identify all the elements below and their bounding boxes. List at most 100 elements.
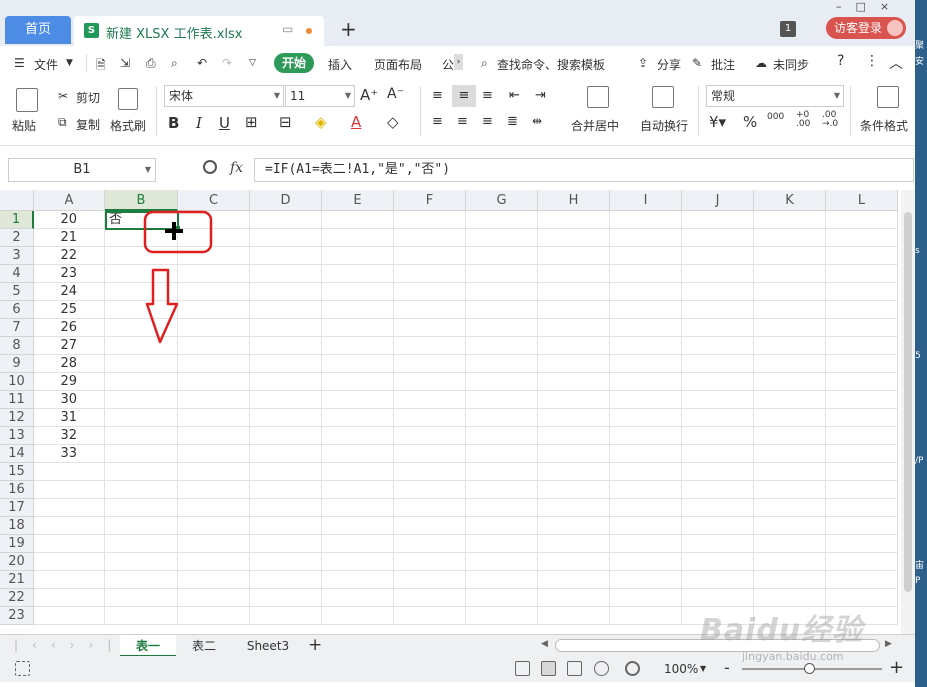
eye-protect-icon[interactable] [625,661,640,676]
increase-decimal-icon[interactable]: +0.00 [796,111,810,129]
zoom-search-icon[interactable] [203,160,217,174]
format-painter-button[interactable]: 格式刷 [110,117,146,134]
merge-center-button[interactable]: 合并居中 [571,117,619,134]
more-icon[interactable]: ⋮ [865,53,879,69]
wrap-text-icon[interactable] [652,86,674,108]
distributed-align-icon[interactable]: ⇹ [532,114,542,128]
redo-icon[interactable]: ↷ [222,56,232,70]
percent-button[interactable]: % [743,113,757,131]
chevron-down-icon[interactable]: ▼ [700,664,706,673]
sheet-tab-1[interactable]: 表一 [120,635,176,657]
fill-color-icon[interactable]: ◈ [315,113,327,131]
help-icon[interactable]: ? [837,53,844,69]
add-sheet-button[interactable]: + [308,635,322,655]
save-icon[interactable]: 🗎 [96,56,106,77]
align-center-icon[interactable]: ≡ [457,114,468,129]
window-count-badge[interactable]: 1 [780,21,796,37]
comma-style-icon[interactable]: 000 [767,113,784,122]
scrollbar-thumb[interactable] [904,212,912,592]
spreadsheet-grid[interactable]: ABCDEFGHIJKL 1 2 3 4 5 6 7 8 9 10 11 12 13 14 15 16 17 18… [0,190,915,634]
align-top-icon[interactable]: ≡ [432,88,443,103]
quick-access-dropdown-icon[interactable]: ▽ [249,58,256,68]
copy-icon[interactable]: ⧉ [58,115,67,130]
formula-input[interactable]: =IF(A1=表二!A1,"是","否") [254,158,914,182]
export-icon[interactable]: ⇲ [120,56,130,70]
menu-file[interactable]: 文件 [34,56,58,73]
font-size-select[interactable]: 11 ▼ [285,85,355,107]
page-break-view-icon[interactable] [567,661,582,676]
hamburger-icon[interactable]: ☰ [14,56,25,70]
cloud-sync-icon[interactable]: ☁ [755,56,767,70]
cut-icon[interactable]: ✂ [58,89,68,103]
align-left-icon[interactable]: ≡ [432,114,443,129]
conditional-format-button[interactable]: 条件格式 [860,117,910,134]
cell-style-icon[interactable]: ⊟ [279,113,292,131]
reading-mode-icon[interactable] [594,661,609,676]
menu-unsynced[interactable]: 未同步 [773,56,809,73]
sheet-nav-arrows-icon[interactable]: |‹‹››| [14,638,125,652]
decrease-font-icon[interactable]: A⁻ [387,86,404,102]
underline-button[interactable]: U [219,114,230,132]
wrap-text-button[interactable]: 自动换行 [640,117,688,134]
clear-format-icon[interactable]: ◇ [387,113,399,131]
maximize-icon[interactable]: □ [856,0,880,13]
zoom-in-button[interactable]: + [889,657,904,678]
collapse-ribbon-icon[interactable]: ︿ [889,53,903,73]
copy-button[interactable]: 复制 [76,116,100,133]
hscroll-right-icon[interactable]: ▶ [885,639,892,649]
macro-icon[interactable] [15,661,30,676]
number-format-select[interactable]: 常规 ▼ [706,85,844,107]
zoom-out-button[interactable]: - [724,658,730,677]
window-controls[interactable]: –□× [836,0,903,13]
monitor-icon[interactable]: ▭ [282,22,293,36]
conditional-format-icon[interactable] [877,86,899,108]
print-icon[interactable]: ⎙ [146,56,156,71]
format-painter-icon[interactable] [118,88,138,110]
hscroll-left-icon[interactable]: ◀ [541,639,548,649]
print-preview-icon[interactable]: ⌕ [171,56,178,71]
file-tab[interactable]: S 新建 XLSX 工作表.xlsx ▭ [74,16,324,46]
sheet-tab-3[interactable]: Sheet3 [232,635,304,657]
chevron-down-icon[interactable]: ▼ [66,58,73,68]
increase-indent-icon[interactable]: ⇥ [535,88,546,103]
minimize-icon[interactable]: – [836,0,856,13]
close-icon[interactable]: × [880,0,903,13]
unsaved-dot-icon[interactable] [306,28,312,34]
borders-icon[interactable]: ⊞ [245,113,258,131]
align-middle-icon[interactable]: ≡ [452,85,476,107]
menu-comment[interactable]: 批注 [711,56,735,73]
sheet-tab-2[interactable]: 表二 [177,635,231,657]
vertical-scrollbar[interactable] [901,190,915,634]
menu-formula-truncated[interactable]: 公 [442,56,454,73]
menu-scroll-right-icon[interactable]: › [454,54,463,70]
guest-login-button[interactable]: 访客登录 [826,17,906,39]
undo-icon[interactable]: ↶ [197,56,207,70]
normal-view-icon[interactable] [541,661,556,676]
command-search[interactable]: 查找命令、搜索模板 [497,56,605,73]
home-tab[interactable]: 首页 [5,16,71,44]
zoom-level[interactable]: 100% [664,662,698,676]
justify-icon[interactable]: ≣ [507,114,518,129]
fullscreen-icon[interactable] [515,661,530,676]
menu-start-tab[interactable]: 开始 [274,53,314,73]
search-icon[interactable]: ⌕ [481,56,488,71]
menu-insert[interactable]: 插入 [328,56,352,73]
align-bottom-icon[interactable]: ≡ [482,88,493,103]
decrease-decimal-icon[interactable]: .00 →.0 [822,111,838,129]
bold-button[interactable]: B [168,114,179,132]
zoom-slider-knob[interactable] [804,663,815,674]
paste-button[interactable]: 粘贴 [12,117,36,134]
comment-icon[interactable]: ✎ [692,56,702,70]
share-icon[interactable]: ⇪ [638,56,648,70]
fx-icon[interactable]: fx [230,160,243,176]
increase-font-icon[interactable]: A⁺ [360,86,378,104]
chevron-down-icon[interactable]: ▼ [145,159,151,181]
font-color-icon[interactable]: A [351,113,361,131]
new-tab-button[interactable]: + [340,17,357,41]
paste-icon[interactable] [16,88,38,112]
menu-page-layout[interactable]: 页面布局 [374,56,422,73]
font-name-select[interactable]: 宋体 ▼ [164,85,284,107]
decrease-indent-icon[interactable]: ⇤ [509,88,520,103]
name-box[interactable]: B1 ▼ [8,158,156,182]
italic-button[interactable]: I [196,114,202,132]
